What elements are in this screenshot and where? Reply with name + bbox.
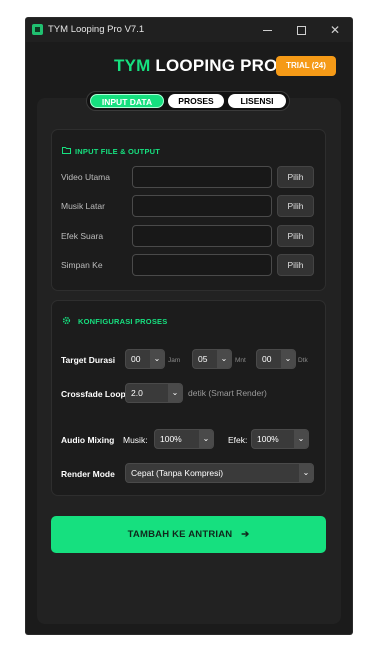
input-section-title: INPUT FILE & OUTPUT <box>75 147 161 156</box>
simpan-ke-label: Simpan Ke <box>61 260 103 270</box>
minutes-dropdown[interactable]: 05 ⌄ <box>192 349 232 369</box>
musik-volume-value: 100% <box>160 434 182 444</box>
musik-latar-input[interactable] <box>132 195 272 217</box>
minimize-button[interactable] <box>256 21 278 39</box>
musik-latar-label: Musik Latar <box>61 201 105 211</box>
config-section-title: KONFIGURASI PROSES <box>78 317 168 326</box>
input-file-card: INPUT FILE & OUTPUT Video Utama Pilih Mu… <box>51 129 326 291</box>
folder-icon <box>62 146 71 156</box>
efek-suara-pick-button[interactable]: Pilih <box>277 225 314 247</box>
efek-volume-dropdown[interactable]: 100% ⌄ <box>251 429 309 449</box>
minimize-icon <box>262 29 272 31</box>
simpan-ke-input[interactable] <box>132 254 272 276</box>
add-to-queue-label: TAMBAH KE ANTRIAN <box>127 529 233 540</box>
close-icon: ✕ <box>329 23 341 37</box>
app-window: TYM Looping Pro V7.1 ✕ TYM LOOPING PRO T… <box>26 18 352 634</box>
chevron-down-icon: ⌄ <box>168 384 182 402</box>
title-bar[interactable]: TYM Looping Pro V7.1 ✕ <box>26 18 352 42</box>
crossfade-hint: detik (Smart Render) <box>188 388 267 398</box>
trial-badge[interactable]: TRIAL (24) <box>276 56 336 76</box>
video-utama-input[interactable] <box>132 166 272 188</box>
chevron-down-icon: ⌄ <box>294 430 308 448</box>
chevron-down-icon: ⌄ <box>299 464 313 482</box>
brand-logo: TYM LOOPING PRO <box>114 56 278 76</box>
hours-value: 00 <box>131 354 141 364</box>
render-mode-label: Render Mode <box>61 469 115 479</box>
minutes-unit: Mnt <box>235 357 246 364</box>
seconds-dropdown[interactable]: 00 ⌄ <box>256 349 296 369</box>
musik-volume-dropdown[interactable]: 100% ⌄ <box>154 429 214 449</box>
chevron-down-icon: ⌄ <box>150 350 164 368</box>
hours-dropdown[interactable]: 00 ⌄ <box>125 349 165 369</box>
close-button[interactable]: ✕ <box>324 21 346 39</box>
add-to-queue-button[interactable]: TAMBAH KE ANTRIAN ➔ <box>51 516 326 553</box>
maximize-icon <box>296 25 306 35</box>
seconds-unit: Dtk <box>298 357 308 364</box>
efek-label: Efek: <box>228 435 248 445</box>
audio-mixing-label: Audio Mixing <box>61 435 115 445</box>
crossfade-value: 2.0 <box>131 388 143 398</box>
simpan-ke-pick-button[interactable]: Pilih <box>277 254 314 276</box>
tab-bar: INPUT DATA PROSES LISENSI <box>86 91 290 111</box>
musik-latar-pick-button[interactable]: Pilih <box>277 195 314 217</box>
app-icon <box>32 24 43 35</box>
chevron-down-icon: ⌄ <box>199 430 213 448</box>
arrow-right-icon: ➔ <box>241 529 250 540</box>
hours-unit: Jam <box>168 357 181 364</box>
brand-name: LOOPING PRO <box>150 56 278 75</box>
render-mode-dropdown[interactable]: Cepat (Tanpa Kompresi) ⌄ <box>125 463 314 483</box>
efek-suara-input[interactable] <box>132 225 272 247</box>
musik-label: Musik: <box>123 435 148 445</box>
chevron-down-icon: ⌄ <box>217 350 231 368</box>
video-utama-label: Video Utama <box>61 172 110 182</box>
minutes-value: 05 <box>198 354 208 364</box>
tab-lisensi[interactable]: LISENSI <box>228 94 286 108</box>
render-mode-value: Cepat (Tanpa Kompresi) <box>131 468 224 478</box>
gear-icon <box>62 316 71 327</box>
window-title: TYM Looping Pro V7.1 <box>48 24 145 35</box>
crossfade-label: Crossfade Loop <box>61 389 126 399</box>
tab-proses[interactable]: PROSES <box>168 94 224 108</box>
efek-volume-value: 100% <box>257 434 279 444</box>
config-card: KONFIGURASI PROSES Target Durasi 00 ⌄ Ja… <box>51 300 326 496</box>
seconds-value: 00 <box>262 354 272 364</box>
crossfade-dropdown[interactable]: 2.0 ⌄ <box>125 383 183 403</box>
target-durasi-label: Target Durasi <box>61 355 116 365</box>
video-utama-pick-button[interactable]: Pilih <box>277 166 314 188</box>
brand-tym: TYM <box>114 56 151 75</box>
tab-input-data[interactable]: INPUT DATA <box>90 94 164 108</box>
maximize-button[interactable] <box>290 21 312 39</box>
chevron-down-icon: ⌄ <box>281 350 295 368</box>
efek-suara-label: Efek Suara <box>61 231 104 241</box>
